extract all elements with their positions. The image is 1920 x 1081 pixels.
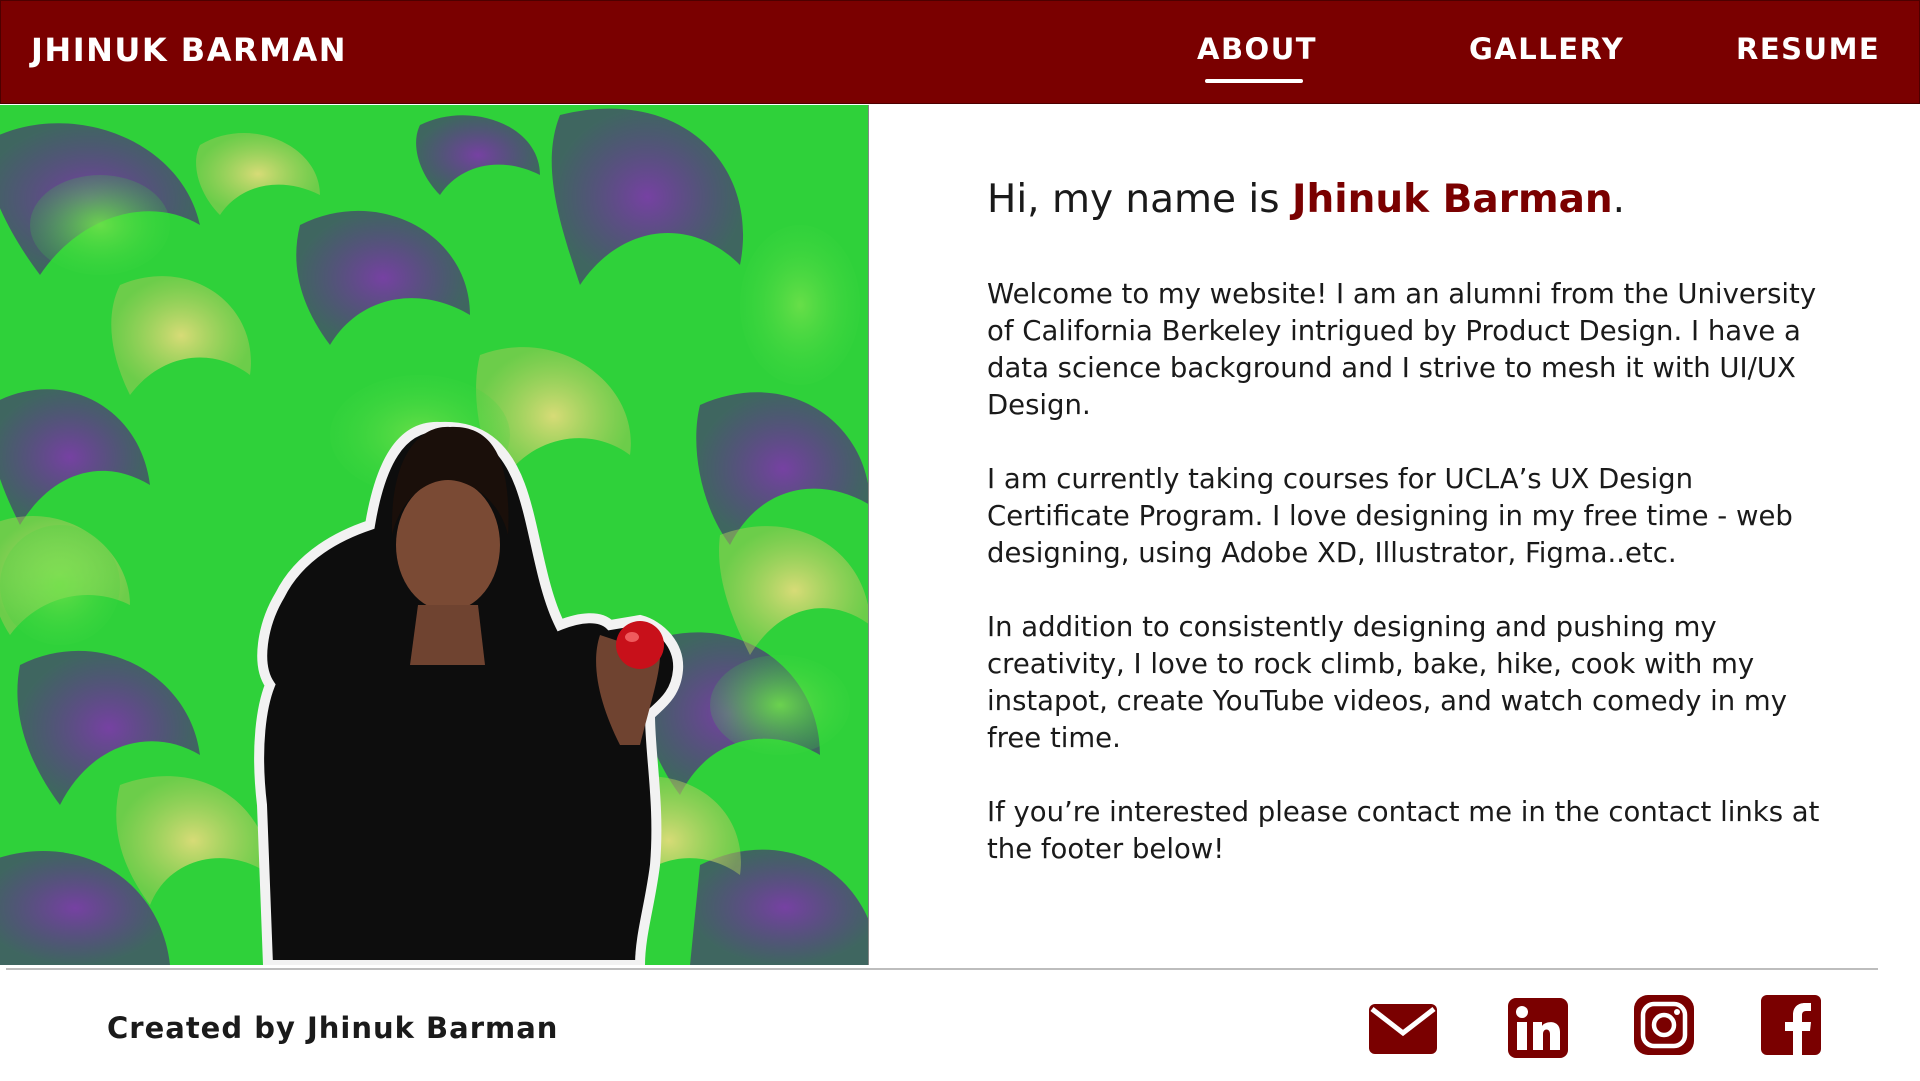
portrait-artwork [0,105,868,965]
facebook-icon[interactable] [1761,995,1821,1055]
site-brand[interactable]: JHINUK BARMAN [31,31,347,69]
intro-paragraph-4: If you’re interested please contact me i… [987,796,1820,865]
mail-icon[interactable] [1368,1003,1438,1055]
active-tab-underline [1205,79,1303,83]
portrait-image [0,105,869,965]
nav-about-link[interactable]: ABOUT [1197,32,1317,66]
greeting-suffix: . [1612,177,1626,222]
intro-paragraph-2: I am currently taking courses for UCLA’s… [987,463,1793,569]
intro-paragraph-3: In addition to consistently designing an… [987,611,1787,754]
intro-section: Hi, my name is Jhinuk Barman. Welcome to… [987,178,1837,905]
footer-credit: Created by Jhinuk Barman [107,1011,559,1045]
site-header: JHINUK BARMAN ABOUT GALLERY RESUME [0,0,1920,104]
greeting-prefix: Hi, my name is [987,177,1292,222]
nav-gallery-link[interactable]: GALLERY [1469,32,1624,66]
greeting-name: Jhinuk Barman [1291,177,1613,222]
linkedin-icon[interactable] [1508,998,1568,1058]
nav-resume-link[interactable]: RESUME [1736,32,1880,66]
intro-paragraph-1: Welcome to my website! I am an alumni fr… [987,278,1817,421]
intro-greeting: Hi, my name is Jhinuk Barman. [987,178,1837,222]
footer-divider [6,968,1878,970]
instagram-icon[interactable] [1634,995,1694,1055]
